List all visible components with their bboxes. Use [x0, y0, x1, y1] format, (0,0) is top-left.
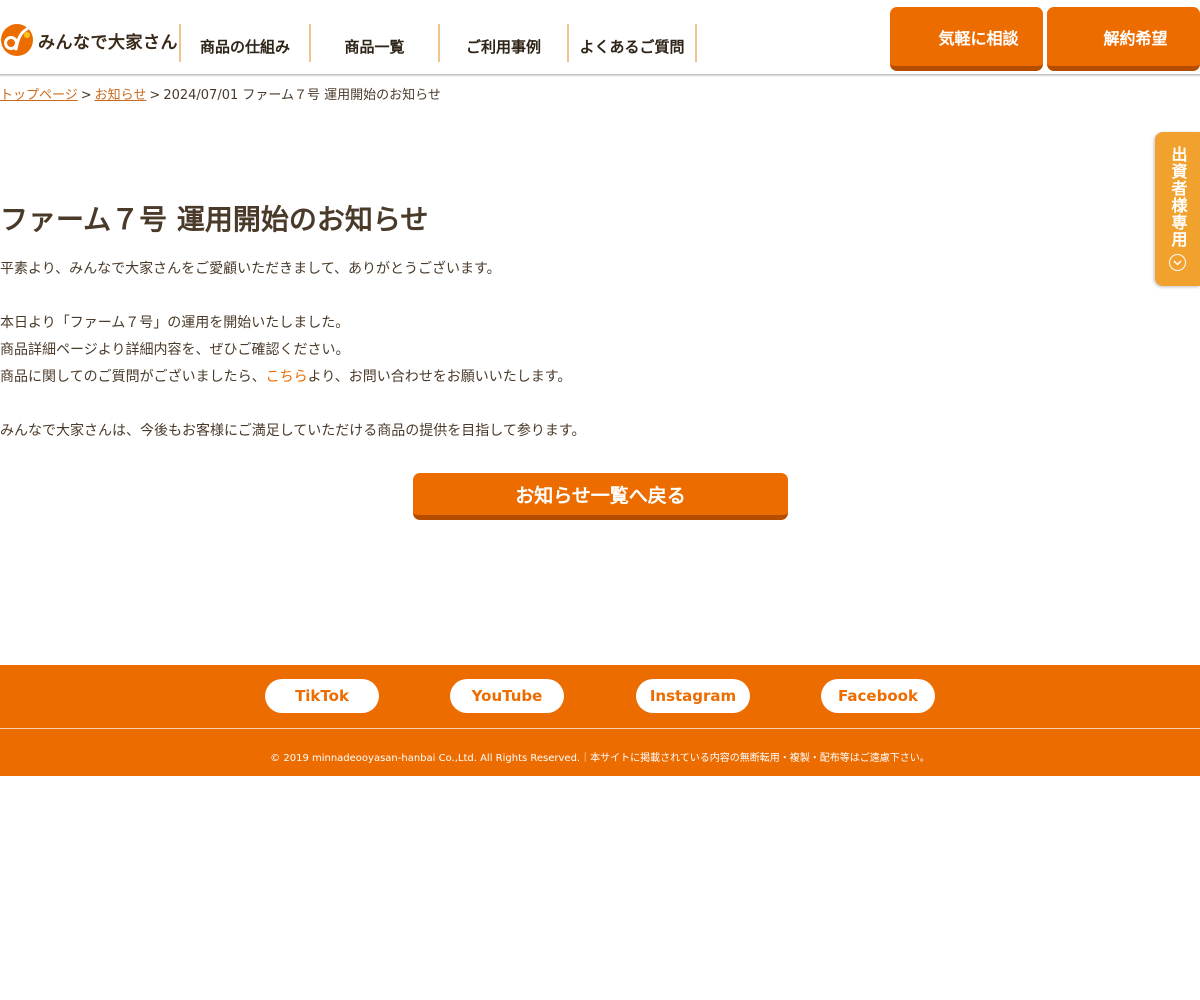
nav-item-faq[interactable]: よくあるご質問: [567, 24, 697, 62]
page-title: ファーム７号 運用開始のお知らせ: [0, 203, 429, 236]
contact-link[interactable]: こちら: [266, 369, 308, 385]
breadcrumb-separator: >: [149, 88, 161, 103]
facebook-link[interactable]: Facebook: [821, 679, 935, 713]
breadcrumb: トップページ > お知らせ >2024/07/01 ファーム７号 運用開始のお知らせ: [0, 84, 441, 103]
main-nav: 商品の仕組み 商品一覧 ご利用事例 よくあるご質問: [179, 24, 697, 62]
article-text: 商品に関してのご質問がございましたら、: [0, 369, 266, 385]
article-body: 平素より、みんなで大家さんをご愛顧いただきまして、ありがとうございます。 本日よ…: [0, 256, 900, 445]
article-paragraph: 平素より、みんなで大家さんをご愛顧いただきまして、ありがとうございます。: [0, 261, 501, 277]
breadcrumb-link-top[interactable]: トップページ: [0, 88, 78, 103]
investor-only-tab[interactable]: 出資者様専用: [1155, 132, 1200, 286]
breadcrumb-current: 2024/07/01 ファーム７号 運用開始のお知らせ: [163, 88, 441, 103]
logo-text: みんなで大家さん: [38, 32, 178, 53]
site-logo[interactable]: みんなで大家さん: [0, 22, 178, 58]
footer-divider: [0, 728, 1200, 729]
cancel-contract-button[interactable]: 解約希望: [1047, 7, 1200, 71]
breadcrumb-separator: >: [80, 88, 92, 103]
breadcrumb-link-news[interactable]: お知らせ: [95, 88, 147, 103]
nav-item-products[interactable]: 商品一覧: [309, 24, 438, 62]
site-footer: TikTok YouTube Instagram Facebook © 2019…: [0, 665, 1200, 776]
article-paragraph: 商品詳細ページより詳細内容を、ぜひご確認ください。: [0, 342, 350, 358]
nav-item-cases[interactable]: ご利用事例: [438, 24, 567, 62]
investor-only-tab-label: 出資者様専用: [1168, 146, 1188, 248]
article-paragraph: 商品に関してのご質問がございましたら、こちらより、お問い合わせをお願いいたします…: [0, 364, 900, 391]
chevron-down-circle-icon: [1169, 254, 1186, 271]
logo-mark-icon: [1, 24, 33, 56]
tiktok-link[interactable]: TikTok: [265, 679, 379, 713]
instagram-link[interactable]: Instagram: [636, 679, 750, 713]
article-paragraph: 本日より「ファーム７号」の運用を開始いたしました。: [0, 315, 350, 331]
article-paragraph: みんなで大家さんは、今後もお客様にご満足していただける商品の提供を目指して参りま…: [0, 423, 586, 439]
back-to-news-button[interactable]: お知らせ一覧へ戻る: [413, 473, 788, 520]
youtube-link[interactable]: YouTube: [450, 679, 564, 713]
site-header: みんなで大家さん 商品の仕組み 商品一覧 ご利用事例 よくあるご質問 気軽に相談…: [0, 0, 1200, 76]
consult-button[interactable]: 気軽に相談: [890, 7, 1043, 71]
header-divider: [0, 74, 1200, 77]
nav-item-mechanism[interactable]: 商品の仕組み: [179, 24, 309, 62]
article-text: より、お問い合わせをお願いいたします。: [307, 369, 572, 385]
copyright-text: © 2019 minnadeooyasan-hanbai Co.,Ltd. Al…: [270, 753, 930, 764]
